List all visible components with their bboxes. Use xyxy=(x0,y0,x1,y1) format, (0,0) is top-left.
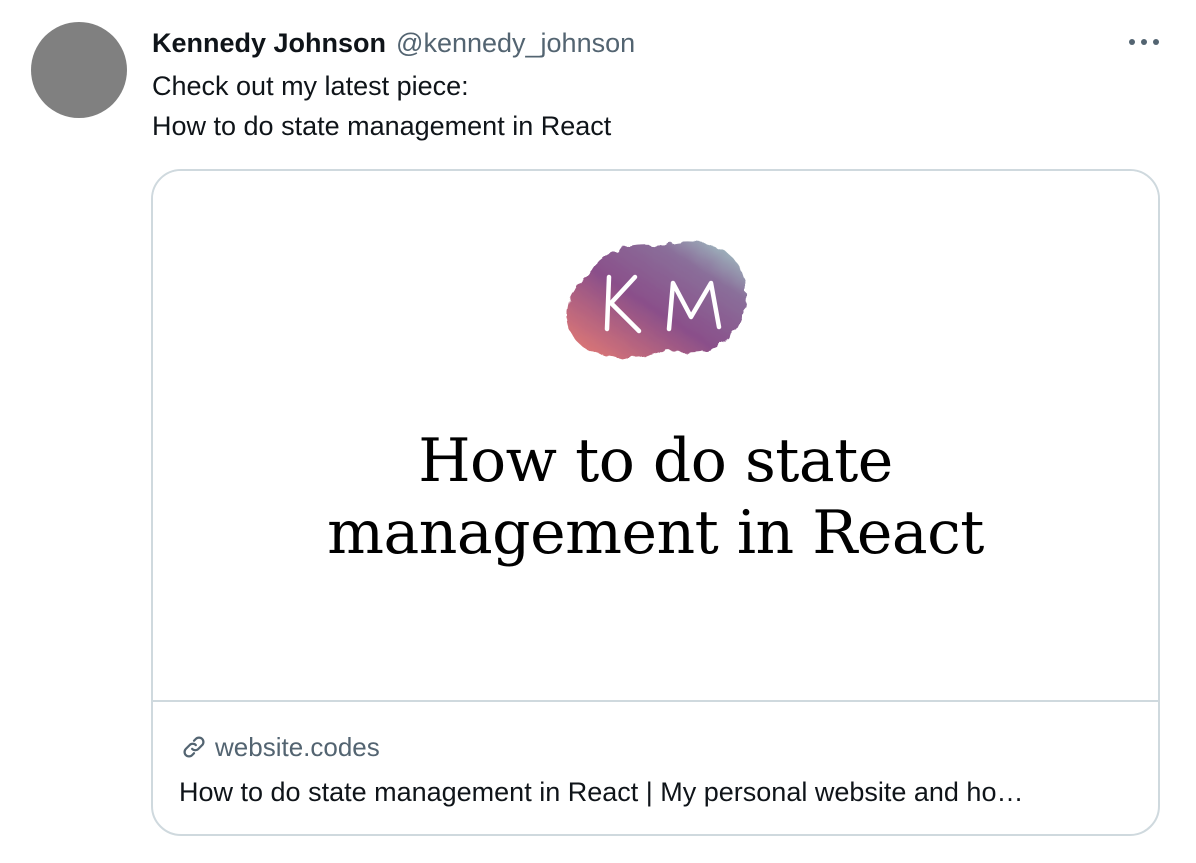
tweet-text: Check out my latest piece: How to do sta… xyxy=(152,66,611,146)
card-title: How to do state management in React | My… xyxy=(179,777,1024,807)
card-meta: website.codes xyxy=(179,729,380,765)
more-options-button[interactable] xyxy=(1124,28,1164,56)
avatar[interactable] xyxy=(31,22,127,118)
km-logo xyxy=(567,241,747,358)
link-preview-card[interactable]: How to do state management in React webs… xyxy=(151,169,1160,836)
card-headline-line: management in React xyxy=(327,498,984,568)
card-headline: How to do state management in React xyxy=(153,425,1158,569)
link-icon xyxy=(183,736,205,758)
card-domain: website.codes xyxy=(215,731,380,762)
author-name[interactable]: Kennedy Johnson xyxy=(152,28,386,59)
author-handle[interactable]: @kennedy_johnson xyxy=(396,28,635,59)
tweet-text-line: Check out my latest piece: xyxy=(152,71,469,101)
tweet-text-line: How to do state management in React xyxy=(152,111,612,141)
card-divider xyxy=(153,700,1158,702)
tweet-header: Kennedy Johnson @kennedy_johnson xyxy=(152,24,635,62)
card-headline-line: How to do state xyxy=(418,426,893,496)
card-image: How to do state management in React xyxy=(153,171,1158,700)
more-horizontal-icon xyxy=(1129,39,1159,45)
